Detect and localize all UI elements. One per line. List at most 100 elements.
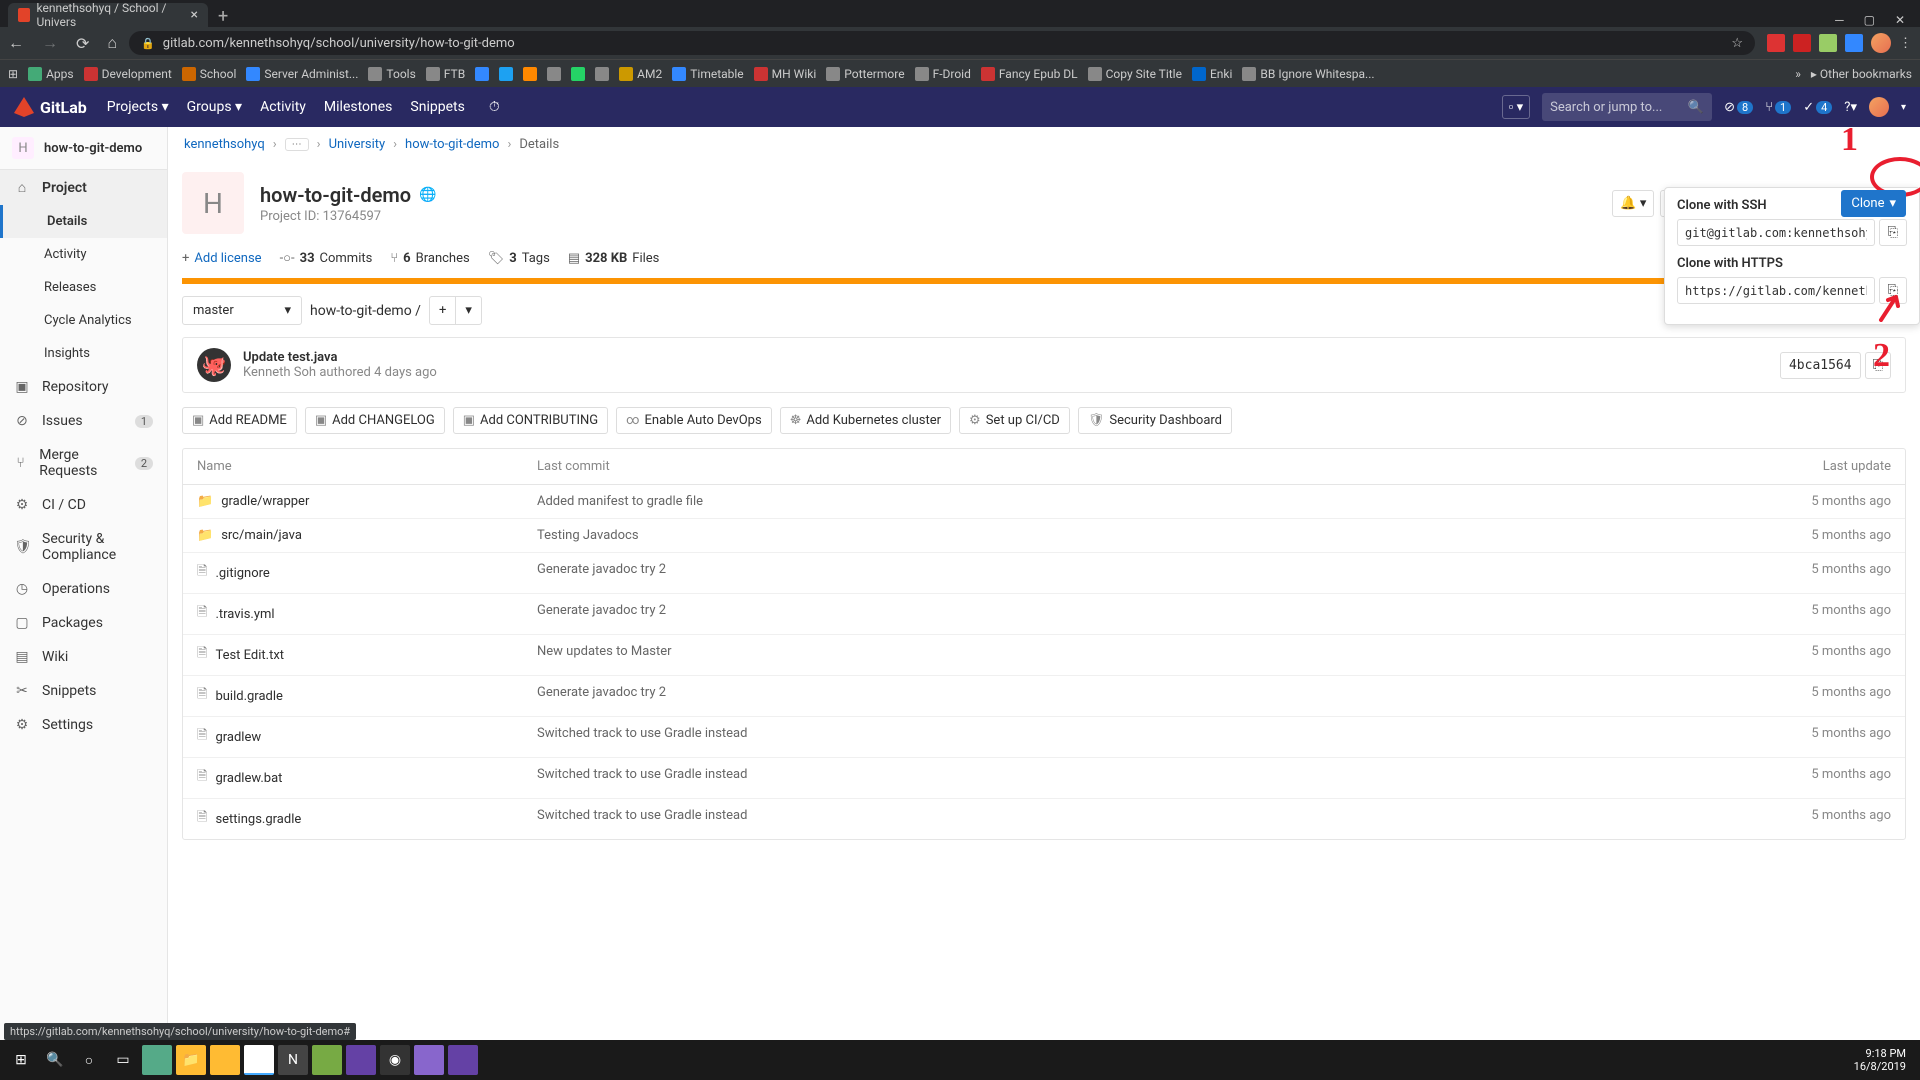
home-icon[interactable]: ⌂: [107, 33, 117, 53]
twitch-icon[interactable]: [346, 1045, 376, 1075]
branch-select[interactable]: master▾: [182, 296, 302, 325]
other-bookmarks[interactable]: ▸ Other bookmarks: [1811, 67, 1912, 81]
bookmark-item[interactable]: Enki: [1192, 67, 1232, 81]
chrome-menu-icon[interactable]: ⋮: [1899, 36, 1912, 51]
notification-button[interactable]: 🔔 ▾: [1612, 190, 1654, 217]
ssh-url-input[interactable]: [1677, 219, 1875, 246]
new-tab-button[interactable]: +: [218, 6, 228, 27]
bookmark-item[interactable]: [475, 67, 489, 81]
task-app-6[interactable]: [448, 1045, 478, 1075]
sidebar-sub-insights[interactable]: Insights: [0, 337, 167, 370]
action-add-kubernetes-cluster[interactable]: ☸ Add Kubernetes cluster: [780, 407, 951, 434]
sidebar-snippets[interactable]: ✂Snippets: [0, 674, 167, 708]
action-add-changelog[interactable]: ▣ Add CHANGELOG: [305, 407, 445, 434]
bookmarks-overflow-icon[interactable]: »: [1795, 67, 1801, 81]
nav-milestones[interactable]: Milestones: [324, 99, 393, 115]
breadcrumb-item[interactable]: kennethsohyq: [184, 137, 265, 152]
files-stat[interactable]: ▤328 KB Files: [568, 250, 660, 266]
bookmark-item[interactable]: [523, 67, 537, 81]
bookmark-item[interactable]: Pottermore: [826, 67, 904, 81]
branches-stat[interactable]: ⑂6 Branches: [390, 250, 469, 266]
sidebar-ci---cd[interactable]: ⚙CI / CD: [0, 488, 167, 522]
bookmark-item[interactable]: F-Droid: [915, 67, 971, 81]
add-file-button[interactable]: +▾: [429, 296, 482, 325]
search-input[interactable]: Search or jump to... 🔍: [1542, 93, 1712, 121]
file-row[interactable]: 🗎.travis.yml Generate javadoc try 2 5 mo…: [183, 594, 1905, 635]
commit-author[interactable]: Kenneth Soh: [243, 365, 316, 380]
bookmark-item[interactable]: [547, 67, 561, 81]
ext-icon-1[interactable]: [1767, 34, 1785, 52]
sidebar-security---compliance[interactable]: 🛡Security & Compliance: [0, 522, 167, 572]
search-taskbar-icon[interactable]: 🔍: [40, 1045, 70, 1075]
file-explorer-icon[interactable]: 📁: [176, 1045, 206, 1075]
clone-button[interactable]: Clone ▾: [1841, 190, 1906, 217]
gitlab-logo[interactable]: GitLab: [14, 97, 87, 117]
file-row[interactable]: 🗎Test Edit.txt New updates to Master 5 m…: [183, 635, 1905, 676]
file-row[interactable]: 📁gradle/wrapper Added manifest to gradle…: [183, 485, 1905, 519]
sidebar-repository[interactable]: ▣Repository: [0, 370, 167, 404]
browser-tab[interactable]: kennethsohyq / School / Univers ×: [8, 3, 208, 27]
todos-nav[interactable]: ✓4: [1803, 100, 1832, 115]
chrome-taskbar-icon[interactable]: ◉: [244, 1045, 274, 1075]
mr-nav[interactable]: ⑂1: [1765, 100, 1791, 115]
file-row[interactable]: 📁src/main/java Testing Javadocs 5 months…: [183, 519, 1905, 553]
bookmark-item[interactable]: School: [182, 67, 237, 81]
maximize-icon[interactable]: ▢: [1864, 13, 1875, 27]
file-row[interactable]: 🗎build.gradle Generate javadoc try 2 5 m…: [183, 676, 1905, 717]
cortana-icon[interactable]: ○: [74, 1045, 104, 1075]
minimize-icon[interactable]: ─: [1835, 13, 1844, 27]
file-row[interactable]: 🗎settings.gradle Switched track to use G…: [183, 799, 1905, 839]
ext-icon-3[interactable]: [1819, 34, 1837, 52]
tags-stat[interactable]: 🏷3 Tags: [488, 250, 550, 266]
https-url-input[interactable]: [1677, 277, 1875, 304]
sidebar-settings[interactable]: ⚙Settings: [0, 708, 167, 742]
bookmark-item[interactable]: Copy Site Title: [1088, 67, 1182, 81]
path-root[interactable]: how-to-git-demo /: [310, 303, 421, 319]
task-app-4[interactable]: [312, 1045, 342, 1075]
nav-activity[interactable]: Activity: [260, 99, 306, 115]
file-row[interactable]: 🗎.gitignore Generate javadoc try 2 5 mon…: [183, 553, 1905, 594]
plus-dropdown[interactable]: ▫ ▾: [1502, 95, 1530, 119]
bookmark-item[interactable]: Server Administ...: [246, 67, 358, 81]
add-license-link[interactable]: +Add license: [182, 250, 262, 266]
help-icon[interactable]: ?▾: [1844, 100, 1857, 115]
ext-icon-4[interactable]: [1845, 34, 1863, 52]
commit-title[interactable]: Update test.java: [243, 350, 437, 365]
copy-https-button[interactable]: ⎘: [1879, 277, 1907, 304]
close-window-icon[interactable]: ✕: [1895, 13, 1905, 27]
system-clock[interactable]: 9:18 PM16/8/2019: [1854, 1047, 1914, 1073]
address-bar[interactable]: 🔒 gitlab.com/kennethsohyq/school/univers…: [129, 31, 1755, 55]
sidebar-sub-activity[interactable]: Activity: [0, 238, 167, 271]
task-app-2[interactable]: [210, 1045, 240, 1075]
sidebar-sub-releases[interactable]: Releases: [0, 271, 167, 304]
bookmark-item[interactable]: [571, 67, 585, 81]
bookmark-item[interactable]: FTB: [426, 67, 465, 81]
task-app-5[interactable]: [414, 1045, 444, 1075]
action-set-up-ci-cd[interactable]: ⚙ Set up CI/CD: [959, 407, 1070, 434]
file-row[interactable]: 🗎gradlew.bat Switched track to use Gradl…: [183, 758, 1905, 799]
sidebar-wiki[interactable]: ▤Wiki: [0, 640, 167, 674]
sidebar-sub-details[interactable]: Details: [0, 205, 167, 238]
action-security-dashboard[interactable]: 🛡 Security Dashboard: [1078, 407, 1232, 434]
sidebar-project[interactable]: ⌂Project: [0, 170, 167, 205]
bookmark-item[interactable]: [595, 67, 609, 81]
forward-icon[interactable]: →: [42, 33, 58, 53]
bookmark-item[interactable]: BB Ignore Whitespa...: [1242, 67, 1374, 81]
breadcrumb-item[interactable]: how-to-git-demo: [405, 137, 499, 152]
apps-icon[interactable]: ⊞: [8, 67, 18, 81]
bookmark-item[interactable]: [499, 67, 513, 81]
bookmark-item[interactable]: AM2: [619, 67, 662, 81]
bookmark-item[interactable]: Apps: [28, 67, 74, 81]
reload-icon[interactable]: ⟳: [76, 34, 89, 53]
profile-avatar[interactable]: [1871, 33, 1891, 53]
star-url-icon[interactable]: ☆: [1731, 36, 1743, 51]
bookmark-item[interactable]: Fancy Epub DL: [981, 67, 1078, 81]
sidebar-merge-requests[interactable]: ⑂Merge Requests2: [0, 438, 167, 488]
user-caret-icon[interactable]: ▾: [1901, 102, 1906, 113]
copy-ssh-button[interactable]: ⎘: [1879, 219, 1907, 246]
nav-snippets[interactable]: Snippets: [410, 99, 464, 115]
nav-groups[interactable]: Groups ▾: [187, 99, 242, 115]
bookmark-item[interactable]: Tools: [368, 67, 415, 81]
sidebar-issues[interactable]: ⊘Issues1: [0, 404, 167, 438]
bookmark-item[interactable]: Timetable: [672, 67, 743, 81]
